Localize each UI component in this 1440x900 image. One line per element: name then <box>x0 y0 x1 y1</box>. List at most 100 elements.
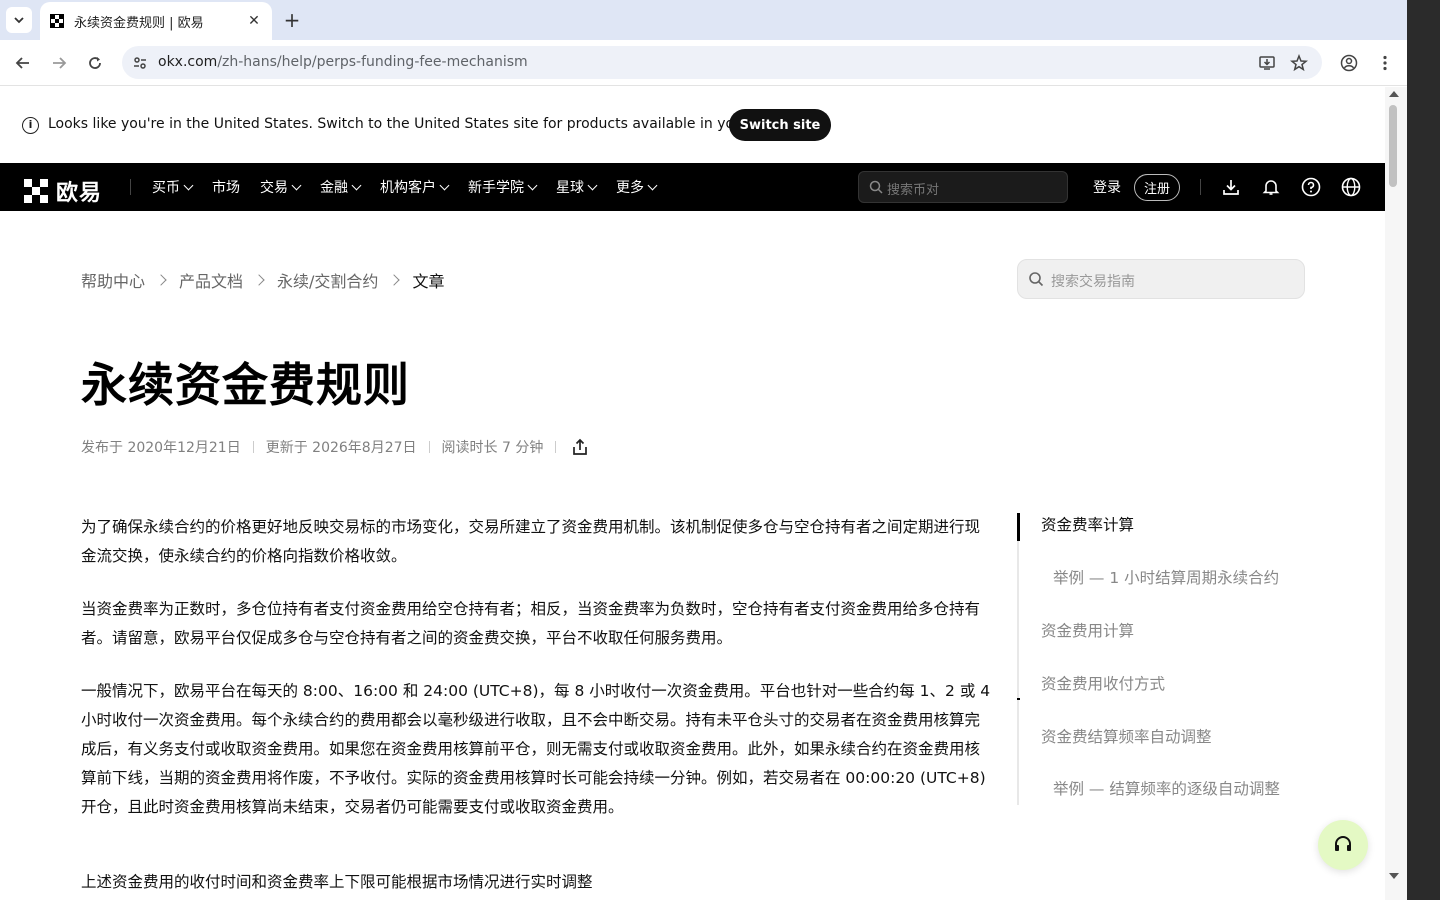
nav-item-buy-crypto[interactable]: 买币 <box>152 177 194 197</box>
chevron-down-icon <box>439 180 450 190</box>
region-banner: i Looks like you're in the United States… <box>0 87 1385 163</box>
close-icon[interactable]: ✕ <box>246 13 262 29</box>
chevron-down-icon <box>351 180 362 190</box>
search-icon <box>1029 272 1044 287</box>
chevron-down-icon <box>647 180 658 190</box>
reload-icon <box>89 57 101 69</box>
scroll-up-arrow-icon[interactable] <box>1389 91 1399 97</box>
meta-divider <box>555 441 557 453</box>
help-icon[interactable] <box>1301 177 1321 197</box>
toc-item-auto-adjust[interactable]: 资金费结算频率自动调整 <box>1041 725 1212 747</box>
nav-item-planet[interactable]: 星球 <box>556 177 598 197</box>
pair-search-input[interactable]: 搜索币对 <box>858 171 1068 203</box>
nav-item-label: 新手学院 <box>468 180 524 196</box>
active-tab[interactable]: 永续资金费规则 | 欧易 ✕ <box>40 2 272 40</box>
arrow-left-icon <box>15 57 29 69</box>
article-body: 为了确保永续合约的价格更好地反映交易标的市场变化，交易所建立了资金费用机制。该机… <box>81 513 994 900</box>
nav-item-label: 买币 <box>152 180 180 196</box>
nav-item-label: 市场 <box>212 180 240 196</box>
article-paragraph: 一般情况下，欧易平台在每天的 8:00、16:00 和 24:00 (UTC+8… <box>81 682 991 816</box>
chevron-right-icon <box>253 274 265 286</box>
headset-icon <box>1335 836 1351 851</box>
published-date: 发布于 2020年12月21日 <box>81 440 241 456</box>
download-icon[interactable] <box>1221 177 1241 197</box>
toc-marker <box>1017 698 1020 700</box>
nav-item-label: 交易 <box>260 180 288 196</box>
chevron-down-icon <box>183 180 194 190</box>
nav-item-learn[interactable]: 新手学院 <box>468 177 538 197</box>
share-icon[interactable] <box>570 437 590 457</box>
new-tab-button[interactable]: + <box>280 8 304 32</box>
read-time: 阅读时长 7 分钟 <box>441 440 544 456</box>
kebab-menu-icon <box>1383 55 1387 71</box>
breadcrumb-futures[interactable]: 永续/交割合约 <box>277 268 378 292</box>
arrow-right-icon <box>53 57 67 69</box>
article-meta: 发布于 2020年12月21日 更新于 2026年8月27日 阅读时长 7 分钟 <box>81 437 590 457</box>
breadcrumb: 帮助中心 产品文档 永续/交割合约 文章 <box>81 268 444 292</box>
browser-menu-button[interactable] <box>1373 51 1397 75</box>
tab-title: 永续资金费规则 | 欧易 <box>74 15 204 31</box>
forward-button[interactable] <box>47 51 71 75</box>
register-button[interactable]: 注册 <box>1134 174 1180 201</box>
nav-item-label: 机构客户 <box>380 180 436 196</box>
window-edge <box>1407 0 1440 900</box>
support-chat-button[interactable] <box>1318 820 1368 870</box>
updated-date: 更新于 2026年8月27日 <box>265 440 417 456</box>
profile-icon <box>1340 54 1358 72</box>
toc-item-funding-rate-calc[interactable]: 资金费率计算 <box>1041 513 1134 535</box>
toc-item-example-1h[interactable]: 举例 — 1 小时结算周期永续合约 <box>1053 566 1279 588</box>
chevron-right-icon <box>155 274 167 286</box>
logo-text: 欧易 <box>56 181 103 206</box>
pair-search-placeholder: 搜索币对 <box>887 183 940 198</box>
tab-strip: 永续资金费规则 | 欧易 ✕ + <box>0 0 1407 40</box>
site-info-icon[interactable] <box>130 53 150 73</box>
region-banner-message: Looks like you're in the United States. … <box>48 116 802 132</box>
bookmark-star-icon[interactable] <box>1289 53 1309 73</box>
nav-item-label: 金融 <box>320 180 348 196</box>
chevron-down-icon <box>291 180 302 190</box>
switch-site-button[interactable]: Switch site <box>729 109 831 141</box>
scroll-down-arrow-icon[interactable] <box>1389 873 1399 879</box>
nav-item-trade[interactable]: 交易 <box>260 177 302 197</box>
chevron-right-icon <box>388 274 401 286</box>
bell-icon[interactable] <box>1261 177 1281 197</box>
meta-divider <box>428 441 430 453</box>
okx-logo[interactable]: 欧易 <box>24 175 102 207</box>
url-text: okx.com/zh-hans/help/perps-funding-fee-m… <box>158 54 528 70</box>
okx-logo-icon <box>24 179 48 203</box>
toc-item-funding-fee-calc[interactable]: 资金费用计算 <box>1041 619 1134 641</box>
nav-item-markets[interactable]: 市场 <box>212 177 240 197</box>
guide-search-placeholder: 搜索交易指南 <box>1051 274 1135 290</box>
guide-search-input[interactable]: 搜索交易指南 <box>1017 259 1305 299</box>
install-app-icon[interactable] <box>1257 53 1277 73</box>
reload-button[interactable] <box>83 51 107 75</box>
globe-icon[interactable] <box>1341 177 1361 197</box>
okx-favicon-icon <box>50 14 64 28</box>
article-paragraph: 为了确保永续合约的价格更好地反映交易标的市场变化，交易所建立了资金费用机制。该机… <box>81 518 981 565</box>
meta-divider <box>252 441 254 453</box>
profile-button[interactable] <box>1337 51 1361 75</box>
nav-item-institutional[interactable]: 机构客户 <box>380 177 450 197</box>
tab-search-button[interactable] <box>6 7 32 33</box>
browser-toolbar: okx.com/zh-hans/help/perps-funding-fee-m… <box>0 40 1407 86</box>
breadcrumb-help-center[interactable]: 帮助中心 <box>81 268 145 292</box>
nav-menu: 买币 市场 交易 金融 机构客户 新手学院 星球 更多 <box>152 163 676 211</box>
vertical-scrollbar[interactable] <box>1385 87 1407 900</box>
nav-divider <box>130 179 131 195</box>
toc-item-example-adjust[interactable]: 举例 — 结算频率的逐级自动调整 <box>1053 777 1280 799</box>
back-button[interactable] <box>11 51 35 75</box>
scrollbar-thumb[interactable] <box>1389 105 1397 187</box>
url-path: /zh-hans/help/perps-funding-fee-mechanis… <box>217 54 528 70</box>
chevron-down-icon <box>14 17 24 24</box>
address-bar[interactable]: okx.com/zh-hans/help/perps-funding-fee-m… <box>122 46 1322 79</box>
login-link[interactable]: 登录 <box>1093 177 1121 197</box>
toc-item-payment-method[interactable]: 资金费用收付方式 <box>1041 672 1165 694</box>
breadcrumb-article: 文章 <box>412 272 445 291</box>
breadcrumb-product-docs[interactable]: 产品文档 <box>179 268 243 292</box>
info-icon: i <box>22 117 39 134</box>
search-icon <box>869 180 883 194</box>
top-navigation: 欧易 买币 市场 交易 金融 机构客户 新手学院 星球 更多 搜索币对 登录 注… <box>0 163 1385 211</box>
nav-item-more[interactable]: 更多 <box>616 177 658 197</box>
nav-item-finance[interactable]: 金融 <box>320 177 362 197</box>
article-paragraph: 当资金费率为正数时，多仓位持有者支付资金费用给空仓持有者；相反，当资金费率为负数… <box>81 600 981 647</box>
